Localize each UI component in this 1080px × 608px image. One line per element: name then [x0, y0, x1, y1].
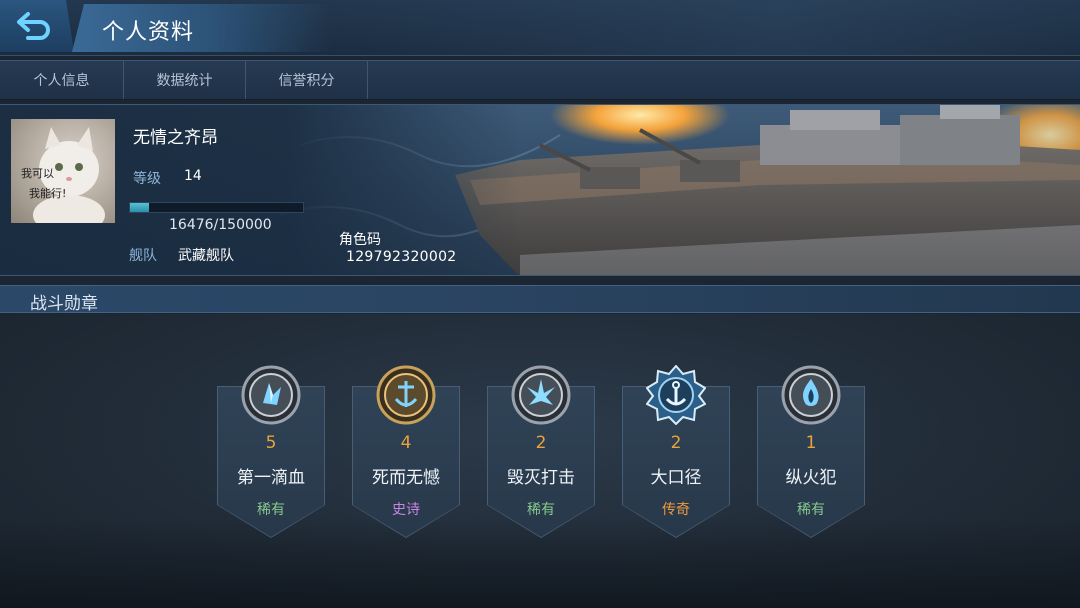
- fleet-value[interactable]: 武藏舰队: [178, 245, 234, 265]
- medal-count: 4: [400, 433, 412, 453]
- medal-count: 2: [535, 433, 547, 453]
- medal-name: 死而无憾: [372, 468, 440, 488]
- tab-personal-info[interactable]: 个人信息: [0, 61, 124, 99]
- top-header: 个人资料: [0, 0, 1080, 56]
- level-value: 14: [184, 168, 202, 184]
- player-name: 无情之齐昂: [133, 128, 218, 148]
- fleet-label: 舰队: [129, 248, 157, 264]
- silver-burst-medal-icon: [511, 365, 571, 425]
- avatar-caption-2: 我能行!: [29, 187, 67, 200]
- medal-name: 第一滴血: [237, 468, 305, 488]
- medal-count: 1: [805, 433, 817, 453]
- level-label: 等级: [133, 171, 161, 187]
- gold-anchor-medal-icon: [376, 365, 436, 425]
- silver-crystal-medal-icon: [241, 365, 301, 425]
- profile-banner: 我可以 我能行! 无情之齐昂 等级 14 16476/150000 舰队 武藏舰…: [0, 104, 1080, 276]
- xp-progress-fill: [130, 203, 150, 212]
- tab-reputation[interactable]: 信誉积分: [246, 61, 368, 99]
- medal-count: 5: [265, 433, 277, 453]
- section-title: 战斗勋章: [30, 294, 98, 314]
- silver-flame-medal-icon: [781, 365, 841, 425]
- tab-statistics[interactable]: 数据统计: [124, 61, 246, 99]
- medal-name: 毁灭打击: [507, 468, 575, 488]
- tab-bar: 个人信息 数据统计 信誉积分: [0, 60, 1080, 100]
- avatar[interactable]: 我可以 我能行!: [11, 119, 115, 223]
- back-button[interactable]: [14, 10, 54, 42]
- section-header: 战斗勋章: [0, 285, 1080, 314]
- xp-progress-bar: [129, 202, 304, 213]
- page-title: 个人资料: [102, 20, 195, 45]
- role-code-label: 角色码: [339, 232, 381, 248]
- medal-name: 大口径: [650, 468, 702, 488]
- medal-name: 纵火犯: [785, 468, 837, 488]
- blue-anchor-medal-icon: [646, 365, 706, 425]
- avatar-caption-1: 我可以: [21, 167, 54, 180]
- medal-count: 2: [670, 433, 682, 453]
- xp-text: 16476/150000: [169, 217, 272, 233]
- back-arrow-icon: [17, 12, 50, 40]
- role-code-value: 129792320002: [346, 249, 457, 265]
